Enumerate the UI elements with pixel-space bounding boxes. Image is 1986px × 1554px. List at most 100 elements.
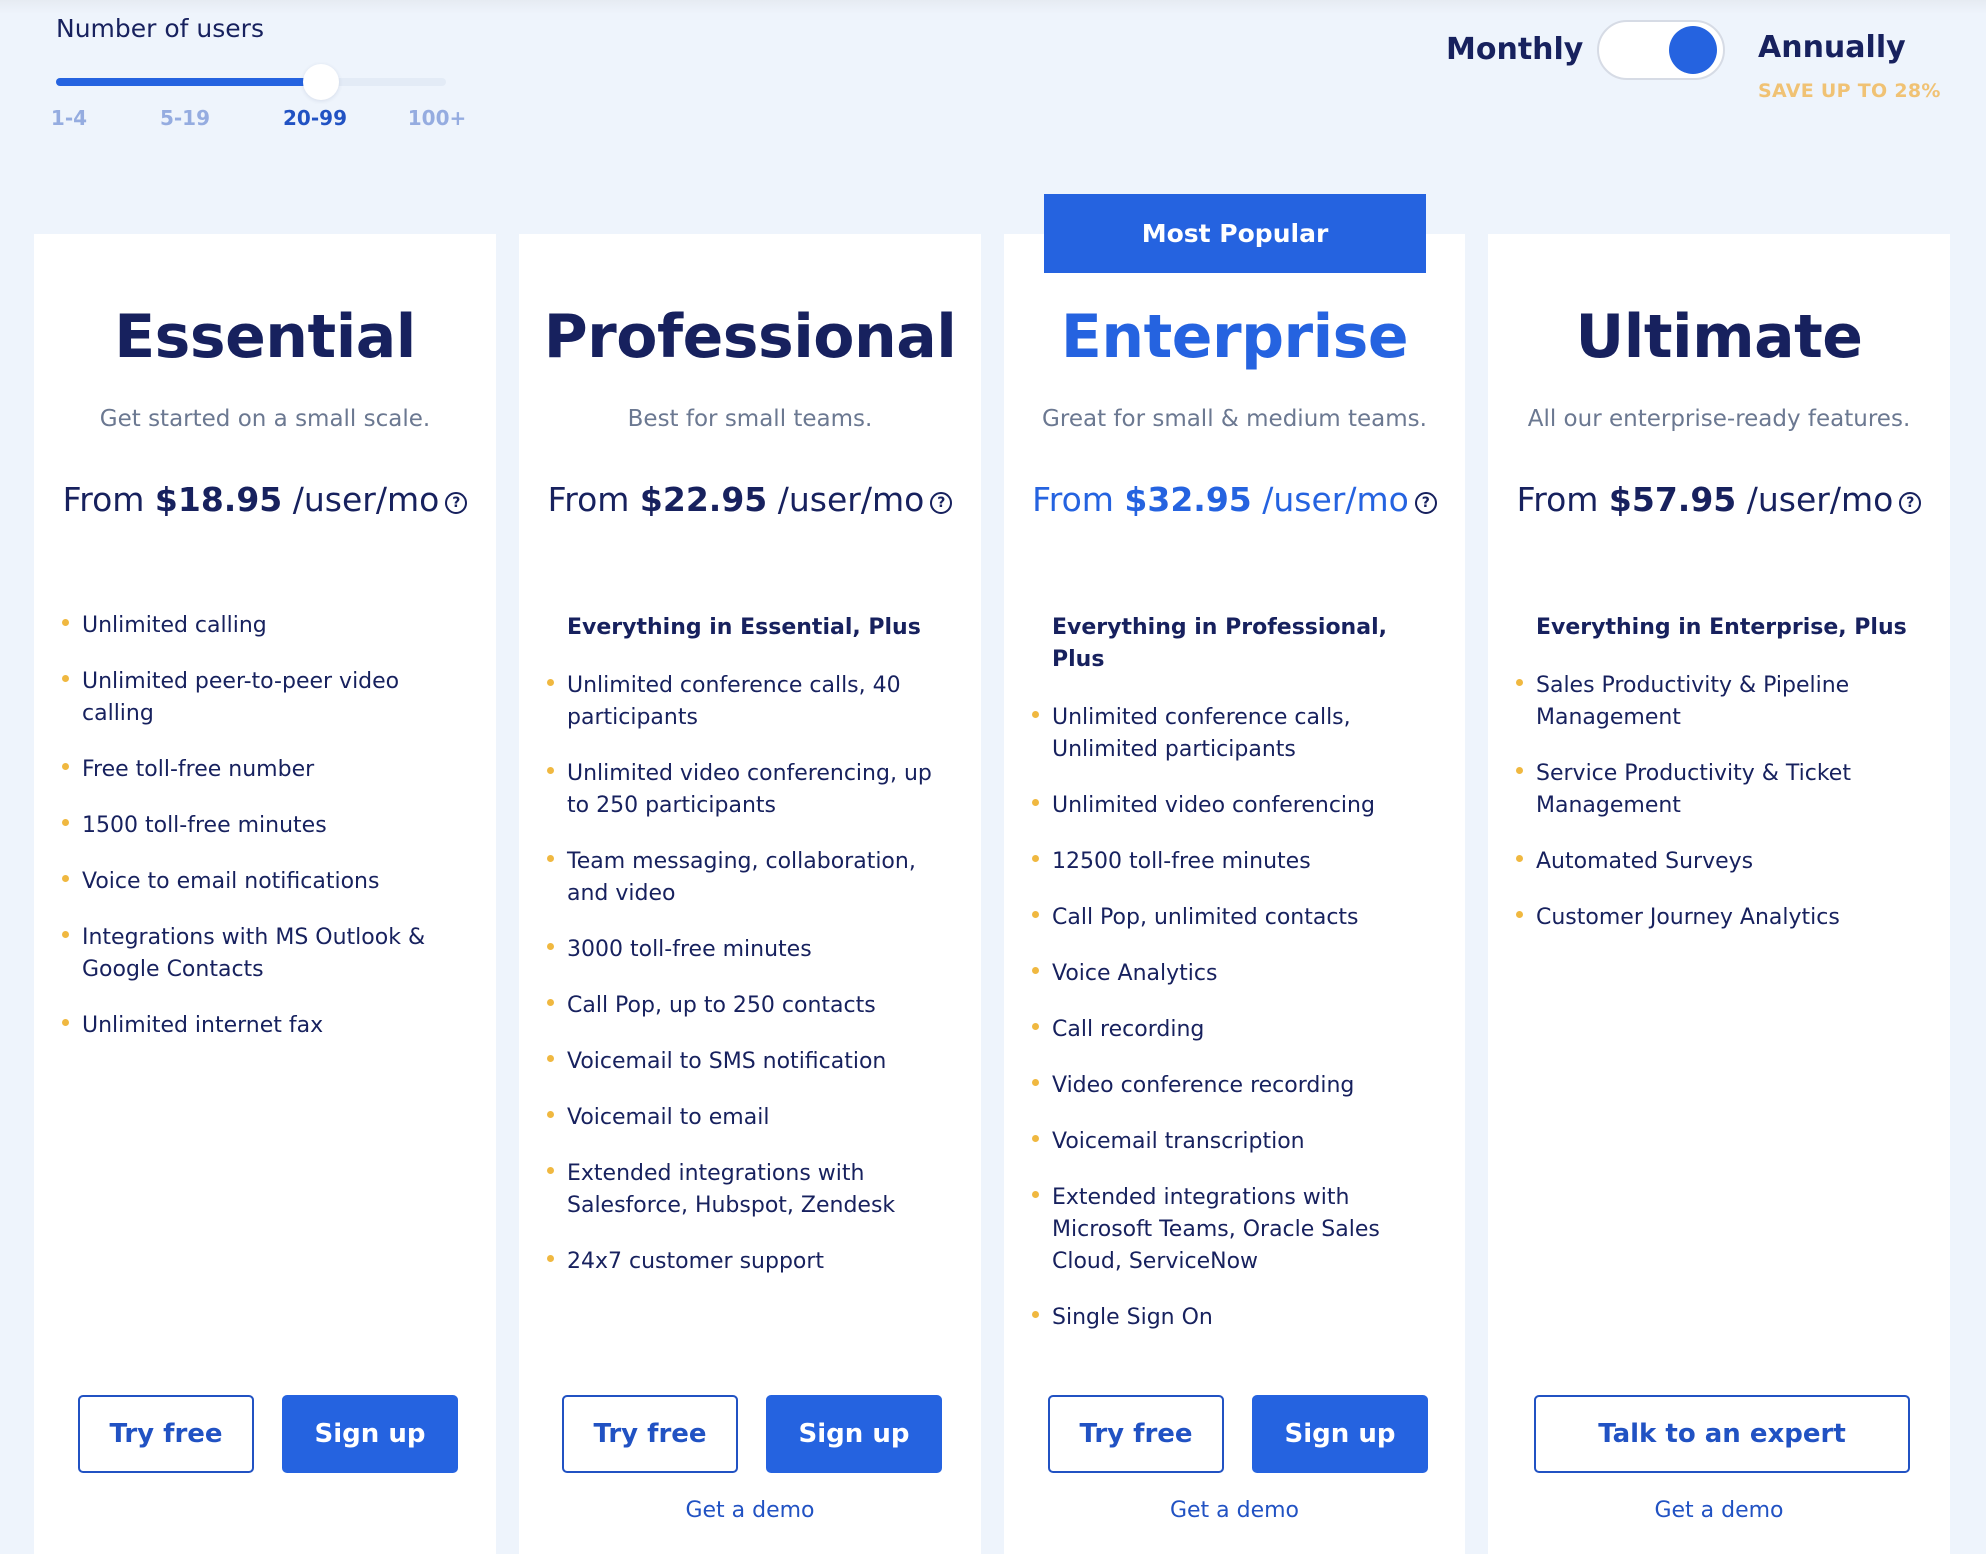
feature-text: 24x7 customer support xyxy=(567,1249,825,1274)
feature-item: 1500 toll-free minutes xyxy=(62,810,466,842)
toggle-knob xyxy=(1669,26,1717,74)
users-slider[interactable] xyxy=(56,64,446,100)
question-circle-icon[interactable]: ? xyxy=(1414,492,1437,514)
question-circle-icon[interactable]: ? xyxy=(930,492,953,514)
feature-text: Voicemail transcription xyxy=(1052,1129,1305,1154)
plan-price: From $22.95 /user/mo? xyxy=(519,480,981,519)
feature-item: 3000 toll-free minutes xyxy=(547,934,951,966)
save-badge: SAVE UP TO 28% xyxy=(1758,80,1941,102)
tick-5-19[interactable]: 5-19 xyxy=(160,106,210,130)
feature-item: Voicemail transcription xyxy=(1032,1126,1435,1158)
feature-text: Customer Journey Analytics xyxy=(1536,905,1840,930)
plan-tagline: Great for small & medium teams. xyxy=(1042,406,1427,432)
feature-text: Call recording xyxy=(1052,1017,1205,1042)
price-amount: $32.95 xyxy=(1124,480,1252,519)
feature-item: Unlimited peer-to-peer video calling xyxy=(62,666,466,730)
tick-100-plus[interactable]: 100+ xyxy=(408,106,467,130)
feature-text: 1500 toll-free minutes xyxy=(82,813,327,838)
price-amount: $22.95 xyxy=(639,480,768,519)
plan-title: Enterprise xyxy=(1060,302,1409,372)
slider-fill xyxy=(56,78,322,86)
try-free-button[interactable]: Try free xyxy=(1048,1395,1224,1473)
feature-text: Voicemail to SMS notification xyxy=(567,1049,887,1074)
bullet-dot-icon xyxy=(1032,799,1039,806)
feature-text: Call Pop, up to 250 contacts xyxy=(567,993,876,1018)
feature-items: Unlimited conference calls, 40 participa… xyxy=(547,670,951,1278)
feature-text: Service Productivity & Ticket Management xyxy=(1536,761,1851,818)
bullet-dot-icon xyxy=(62,819,69,826)
talk-to-expert-button[interactable]: Talk to an expert xyxy=(1534,1395,1910,1473)
feature-item: Customer Journey Analytics xyxy=(1516,902,1920,934)
bullet-dot-icon xyxy=(1032,1191,1039,1198)
question-circle-icon[interactable]: ? xyxy=(1899,492,1922,514)
feature-item: Extended integrations with Salesforce, H… xyxy=(547,1158,951,1222)
bullet-dot-icon xyxy=(1032,1079,1039,1086)
sign-up-button[interactable]: Sign up xyxy=(1252,1395,1428,1473)
plan-title: Professional xyxy=(543,302,957,372)
feature-item: 12500 toll-free minutes xyxy=(1032,846,1435,878)
tick-20-99[interactable]: 20-99 xyxy=(283,106,347,130)
bullet-dot-icon xyxy=(547,855,554,862)
feature-text: Video conference recording xyxy=(1052,1073,1355,1098)
get-a-demo-link[interactable]: Get a demo xyxy=(1004,1498,1465,1523)
get-a-demo-link[interactable]: Get a demo xyxy=(1488,1498,1950,1523)
feature-text: Integrations with MS Outlook & Google Co… xyxy=(82,925,426,982)
bullet-dot-icon xyxy=(1516,855,1523,862)
try-free-button[interactable]: Try free xyxy=(562,1395,738,1473)
bullet-dot-icon xyxy=(62,931,69,938)
price-unit: /user/mo xyxy=(1262,480,1409,519)
features-heading: Everything in Enterprise, Plus xyxy=(1536,615,1907,640)
feature-item: Service Productivity & Ticket Management xyxy=(1516,758,1920,822)
feature-text: Extended integrations with Microsoft Tea… xyxy=(1052,1185,1380,1274)
sign-up-button[interactable]: Sign up xyxy=(282,1395,458,1473)
feature-list: Everything in Essential, Plus Unlimited … xyxy=(547,612,951,1302)
bullet-dot-icon xyxy=(547,1111,554,1118)
bullet-dot-icon xyxy=(1516,679,1523,686)
bullet-dot-icon xyxy=(547,999,554,1006)
plan-card-professional: Professional Best for small teams. From … xyxy=(519,234,981,1554)
billing-annually-label[interactable]: Annually xyxy=(1758,30,1906,65)
feature-text: Voice to email notifications xyxy=(82,869,380,894)
try-free-button[interactable]: Try free xyxy=(78,1395,254,1473)
feature-item: Unlimited conference calls, Unlimited pa… xyxy=(1032,702,1435,766)
plan-price: From $57.95 /user/mo? xyxy=(1488,480,1950,519)
question-circle-icon[interactable]: ? xyxy=(445,492,468,514)
feature-text: Free toll-free number xyxy=(82,757,315,782)
bullet-dot-icon xyxy=(62,1019,69,1026)
billing-period-toggle[interactable] xyxy=(1597,20,1725,80)
slider-thumb[interactable] xyxy=(303,64,340,100)
feature-text: Call Pop, unlimited contacts xyxy=(1052,905,1359,930)
feature-text: Extended integrations with Salesforce, H… xyxy=(567,1161,896,1218)
feature-item: Voicemail to email xyxy=(547,1102,951,1134)
price-amount: $18.95 xyxy=(154,480,283,519)
bullet-dot-icon xyxy=(1032,911,1039,918)
bullet-dot-icon xyxy=(547,679,554,686)
top-shade xyxy=(0,0,1986,14)
feature-text: Unlimited conference calls, Unlimited pa… xyxy=(1052,705,1351,762)
feature-text: Unlimited calling xyxy=(82,613,267,638)
billing-monthly-label[interactable]: Monthly xyxy=(1446,32,1583,67)
feature-item: Single Sign On xyxy=(1032,1302,1435,1334)
tick-1-4[interactable]: 1-4 xyxy=(51,106,87,130)
feature-item: Voice to email notifications xyxy=(62,866,466,898)
plan-tagline: Get started on a small scale. xyxy=(99,406,431,432)
bullet-dot-icon xyxy=(1032,711,1039,718)
bullet-dot-icon xyxy=(1032,1135,1039,1142)
most-popular-badge: Most Popular xyxy=(1044,194,1426,273)
plan-tagline: Best for small teams. xyxy=(627,406,873,432)
price-prefix: From xyxy=(62,480,145,519)
feature-text: Unlimited peer-to-peer video calling xyxy=(82,669,400,726)
sign-up-button[interactable]: Sign up xyxy=(766,1395,942,1473)
bullet-dot-icon xyxy=(1032,855,1039,862)
bullet-dot-icon xyxy=(1032,967,1039,974)
plan-card-essential: Essential Get started on a small scale. … xyxy=(34,234,496,1554)
features-heading: Everything in Professional, Plus xyxy=(1052,615,1387,672)
get-a-demo-link[interactable]: Get a demo xyxy=(519,1498,981,1523)
feature-item: Unlimited conference calls, 40 participa… xyxy=(547,670,951,734)
feature-item: Voice Analytics xyxy=(1032,958,1435,990)
feature-item: Call recording xyxy=(1032,1014,1435,1046)
bullet-dot-icon xyxy=(1032,1311,1039,1318)
feature-text: Automated Surveys xyxy=(1536,849,1754,874)
bullet-dot-icon xyxy=(62,763,69,770)
feature-item: Unlimited video conferencing xyxy=(1032,790,1435,822)
